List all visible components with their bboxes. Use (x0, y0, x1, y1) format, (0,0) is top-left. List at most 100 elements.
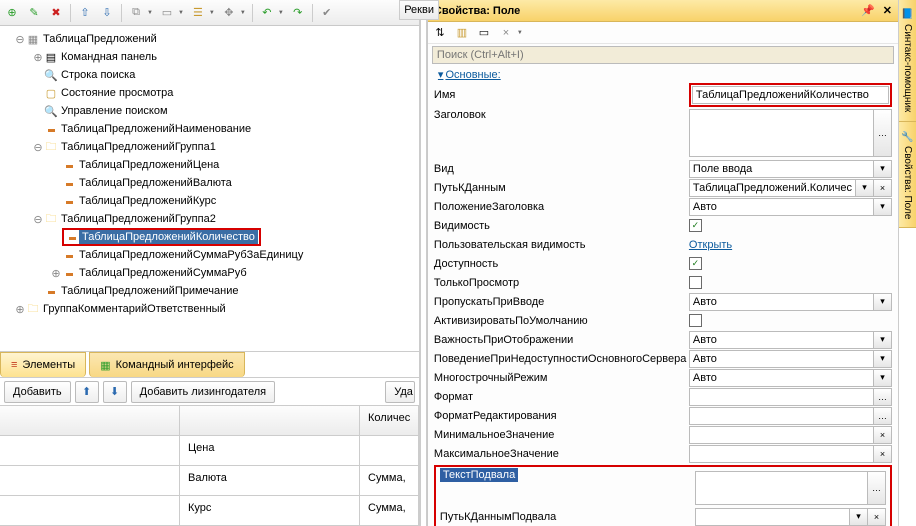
dots-button[interactable]: × (874, 179, 892, 197)
expand-icon[interactable]: ⊕ (14, 303, 26, 316)
tree-item-label: ТаблицаПредложенийЦена (76, 159, 219, 171)
visibility-checkbox[interactable]: ✓ (689, 219, 702, 232)
format-input[interactable] (689, 388, 874, 406)
tree-item[interactable]: ▢ Состояние просмотра (14, 84, 415, 102)
pin-icon[interactable]: 📌 (861, 4, 875, 17)
editfmt-input[interactable] (689, 407, 874, 425)
dropdown-button[interactable]: ▾ (874, 350, 892, 368)
copy-icon[interactable]: ⧉ (128, 5, 144, 21)
tree-group1[interactable]: ⊖ 🗀 ТаблицаПредложенийГруппа1 (14, 138, 415, 156)
tree-item[interactable]: 🔍 Управление поиском (14, 102, 415, 120)
min-input[interactable] (689, 426, 874, 444)
dock-syntax[interactable]: 📘 Синтакс-помощник (899, 0, 916, 122)
footertext-input[interactable] (695, 471, 868, 505)
tree-item[interactable]: ТаблицаПредложенийЦена (14, 156, 415, 174)
activdef-checkbox[interactable] (689, 314, 702, 327)
delete-button[interactable]: Уда (385, 381, 415, 403)
dots-button[interactable]: … (874, 407, 892, 425)
move-up-button[interactable]: ⬆ (75, 381, 99, 403)
unavail-select[interactable]: Авто (689, 350, 874, 368)
readonly-checkbox[interactable] (689, 276, 702, 289)
dropdown-button[interactable]: ▾ (874, 331, 892, 349)
tree-item-selected[interactable]: ТаблицаПредложенийКоличество (14, 228, 415, 246)
expand-icon[interactable]: ⊕ (32, 51, 44, 64)
prop-label: Пользовательская видимость (434, 239, 689, 251)
section-main[interactable]: ▾Основные: (432, 66, 894, 83)
tab-cmdiface[interactable]: ▦ Командный интерфейс (89, 352, 244, 377)
check-icon[interactable]: ✔ (319, 5, 335, 21)
close-icon[interactable]: ✕ (883, 4, 892, 17)
add-lessor-button[interactable]: Добавить лизингодателя (131, 381, 275, 403)
uservis-link[interactable]: Открыть (689, 239, 732, 251)
arrows-icon[interactable]: ✥ (221, 5, 237, 21)
clear-button[interactable]: × (874, 445, 892, 463)
dots-button[interactable]: … (874, 388, 892, 406)
tree-item[interactable]: ТаблицаПредложенийКурс (14, 192, 415, 210)
tab-rekvi[interactable]: Рекви (399, 0, 439, 20)
name-input[interactable]: ТаблицаПредложенийКоличество (692, 86, 889, 104)
prop-label: МногострочныйРежим (434, 372, 689, 384)
dropdown-button[interactable]: ▾ (874, 198, 892, 216)
tree-item[interactable]: ТаблицаПредложенийПримечание (14, 282, 415, 300)
grid-cell (0, 496, 180, 526)
dots-button[interactable]: … (874, 109, 892, 157)
datapath-input[interactable]: ТаблицаПредложений.Количес (689, 179, 856, 197)
redo-icon[interactable]: ↷ (290, 5, 306, 21)
dropdown-button[interactable]: ▾ (850, 508, 868, 526)
dots-button[interactable]: … (868, 471, 886, 505)
add-icon[interactable]: ⊕ (4, 5, 20, 21)
dropdown-button[interactable]: ▾ (856, 179, 874, 197)
kind-select[interactable]: Поле ввода (689, 160, 874, 178)
tree-root[interactable]: ⊖ ▦ ТаблицаПредложений (14, 30, 415, 48)
property-search[interactable] (432, 46, 894, 64)
folder-icon: 🗀 (44, 138, 58, 157)
skipinput-select[interactable]: Авто (689, 293, 874, 311)
up-icon[interactable]: ⇧ (77, 5, 93, 21)
filter-icon[interactable]: ▥ (454, 25, 470, 41)
tree-item-label: Управление поиском (58, 105, 168, 117)
collapse-icon[interactable]: ⊖ (14, 33, 26, 46)
move-down-button[interactable]: ⬇ (103, 381, 127, 403)
x-icon[interactable]: × (498, 25, 514, 41)
tree-item[interactable]: 🔍 Строка поиска (14, 66, 415, 84)
undo-icon[interactable]: ↶ (259, 5, 275, 21)
grid-header-cell (0, 406, 180, 436)
clear-button[interactable]: × (868, 508, 886, 526)
tree-item[interactable]: ⊕ ТаблицаПредложенийСуммаРуб (14, 264, 415, 282)
collapse-icon[interactable]: ⊖ (32, 213, 44, 226)
tree-item[interactable]: ТаблицаПредложенийНаименование (14, 120, 415, 138)
sort-icon[interactable]: ⇅ (432, 25, 448, 41)
tree-item[interactable]: ⊕ 🗀 ГруппаКомментарийОтветственный (14, 300, 415, 318)
dropdown-button[interactable]: ▾ (874, 160, 892, 178)
tree-item[interactable]: ⊕ ▤ Командная панель (14, 48, 415, 66)
avail-checkbox[interactable]: ✓ (689, 257, 702, 270)
down-icon[interactable]: ⇩ (99, 5, 115, 21)
layout-icon[interactable]: ▭ (159, 5, 175, 21)
tree-icon[interactable]: ☰ (190, 5, 206, 21)
clear-button[interactable]: × (874, 426, 892, 444)
tree-item-label: Командная панель (58, 51, 157, 63)
tab-elements[interactable]: ≡ Элементы (0, 352, 86, 377)
multi-select[interactable]: Авто (689, 369, 874, 387)
edit-icon[interactable]: ✎ (26, 5, 42, 21)
collapse-all-icon[interactable]: ▭ (476, 25, 492, 41)
tree-item-label: ТаблицаПредложений (40, 33, 157, 45)
titlepos-select[interactable]: Авто (689, 198, 874, 216)
footerpath-input[interactable] (695, 508, 850, 526)
dropdown-button[interactable]: ▾ (874, 293, 892, 311)
title-input[interactable] (689, 109, 874, 157)
dropdown-button[interactable]: ▾ (874, 369, 892, 387)
expand-icon[interactable]: ⊕ (50, 267, 62, 280)
searchctrl-icon: 🔍 (44, 105, 58, 118)
search-input[interactable] (432, 46, 894, 64)
prop-label: АктивизироватьПоУмолчанию (434, 315, 689, 327)
tree-item[interactable]: ТаблицаПредложенийСуммаРубЗаЕдиницу (14, 246, 415, 264)
dock-props[interactable]: 🔧 Свойства: Поле (899, 122, 916, 229)
tree-item[interactable]: ТаблицаПредложенийВалюта (14, 174, 415, 192)
delete-icon[interactable]: ✖ (48, 5, 64, 21)
dispimp-select[interactable]: Авто (689, 331, 874, 349)
tree-group2[interactable]: ⊖ 🗀 ТаблицаПредложенийГруппа2 (14, 210, 415, 228)
add-button[interactable]: Добавить (4, 381, 71, 403)
max-input[interactable] (689, 445, 874, 463)
collapse-icon[interactable]: ⊖ (32, 141, 44, 154)
